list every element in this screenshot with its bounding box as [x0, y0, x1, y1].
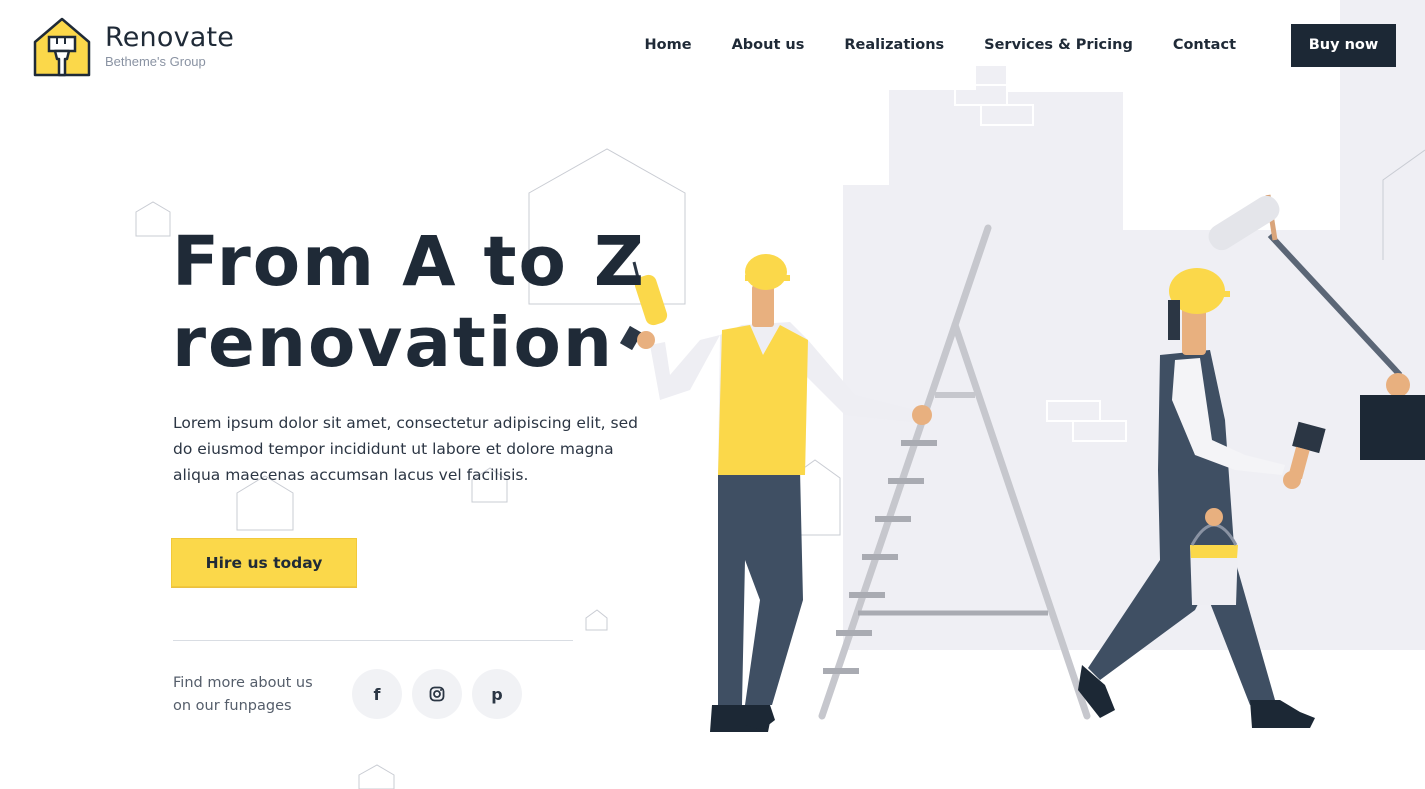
- hero-description: Lorem ipsum dolor sit amet, consectetur …: [173, 414, 638, 484]
- instagram-glyph: [429, 686, 445, 702]
- funpages-label-line-1: Find more about us: [173, 675, 313, 691]
- buy-now-button[interactable]: Buy now: [1291, 23, 1396, 67]
- brand-subtitle: Betheme's Group: [105, 54, 206, 69]
- social-links: f p: [352, 669, 532, 719]
- funpages-label: Find more about us on our funpages: [173, 672, 313, 718]
- pinterest-icon[interactable]: p: [472, 669, 522, 719]
- hero-illustration: [135, 0, 1425, 789]
- side-dark-panel: [1360, 395, 1425, 460]
- brand-name: Renovate: [105, 22, 235, 53]
- divider: [173, 640, 573, 641]
- hire-us-button[interactable]: Hire us today: [171, 538, 357, 587]
- main-nav: Home About us Realizations Services & Pr…: [645, 23, 1396, 67]
- nav-home[interactable]: Home: [645, 23, 692, 67]
- hero-title-line-2: renovation: [172, 303, 615, 383]
- instagram-icon[interactable]: [412, 669, 462, 719]
- nav-services-pricing[interactable]: Services & Pricing: [984, 23, 1133, 67]
- hero-title-line-1: From A to Z: [172, 222, 646, 302]
- brand-logo[interactable]: Renovate Betheme's Group: [33, 17, 234, 77]
- nav-about-us[interactable]: About us: [732, 23, 805, 67]
- hero-title: From A to Z renovation: [172, 222, 646, 384]
- funpages-label-line-2: on our funpages: [173, 698, 292, 714]
- nav-realizations[interactable]: Realizations: [844, 23, 944, 67]
- facebook-icon[interactable]: f: [352, 669, 402, 719]
- nav-contact[interactable]: Contact: [1173, 23, 1236, 67]
- house-paintbrush-icon: [33, 17, 91, 77]
